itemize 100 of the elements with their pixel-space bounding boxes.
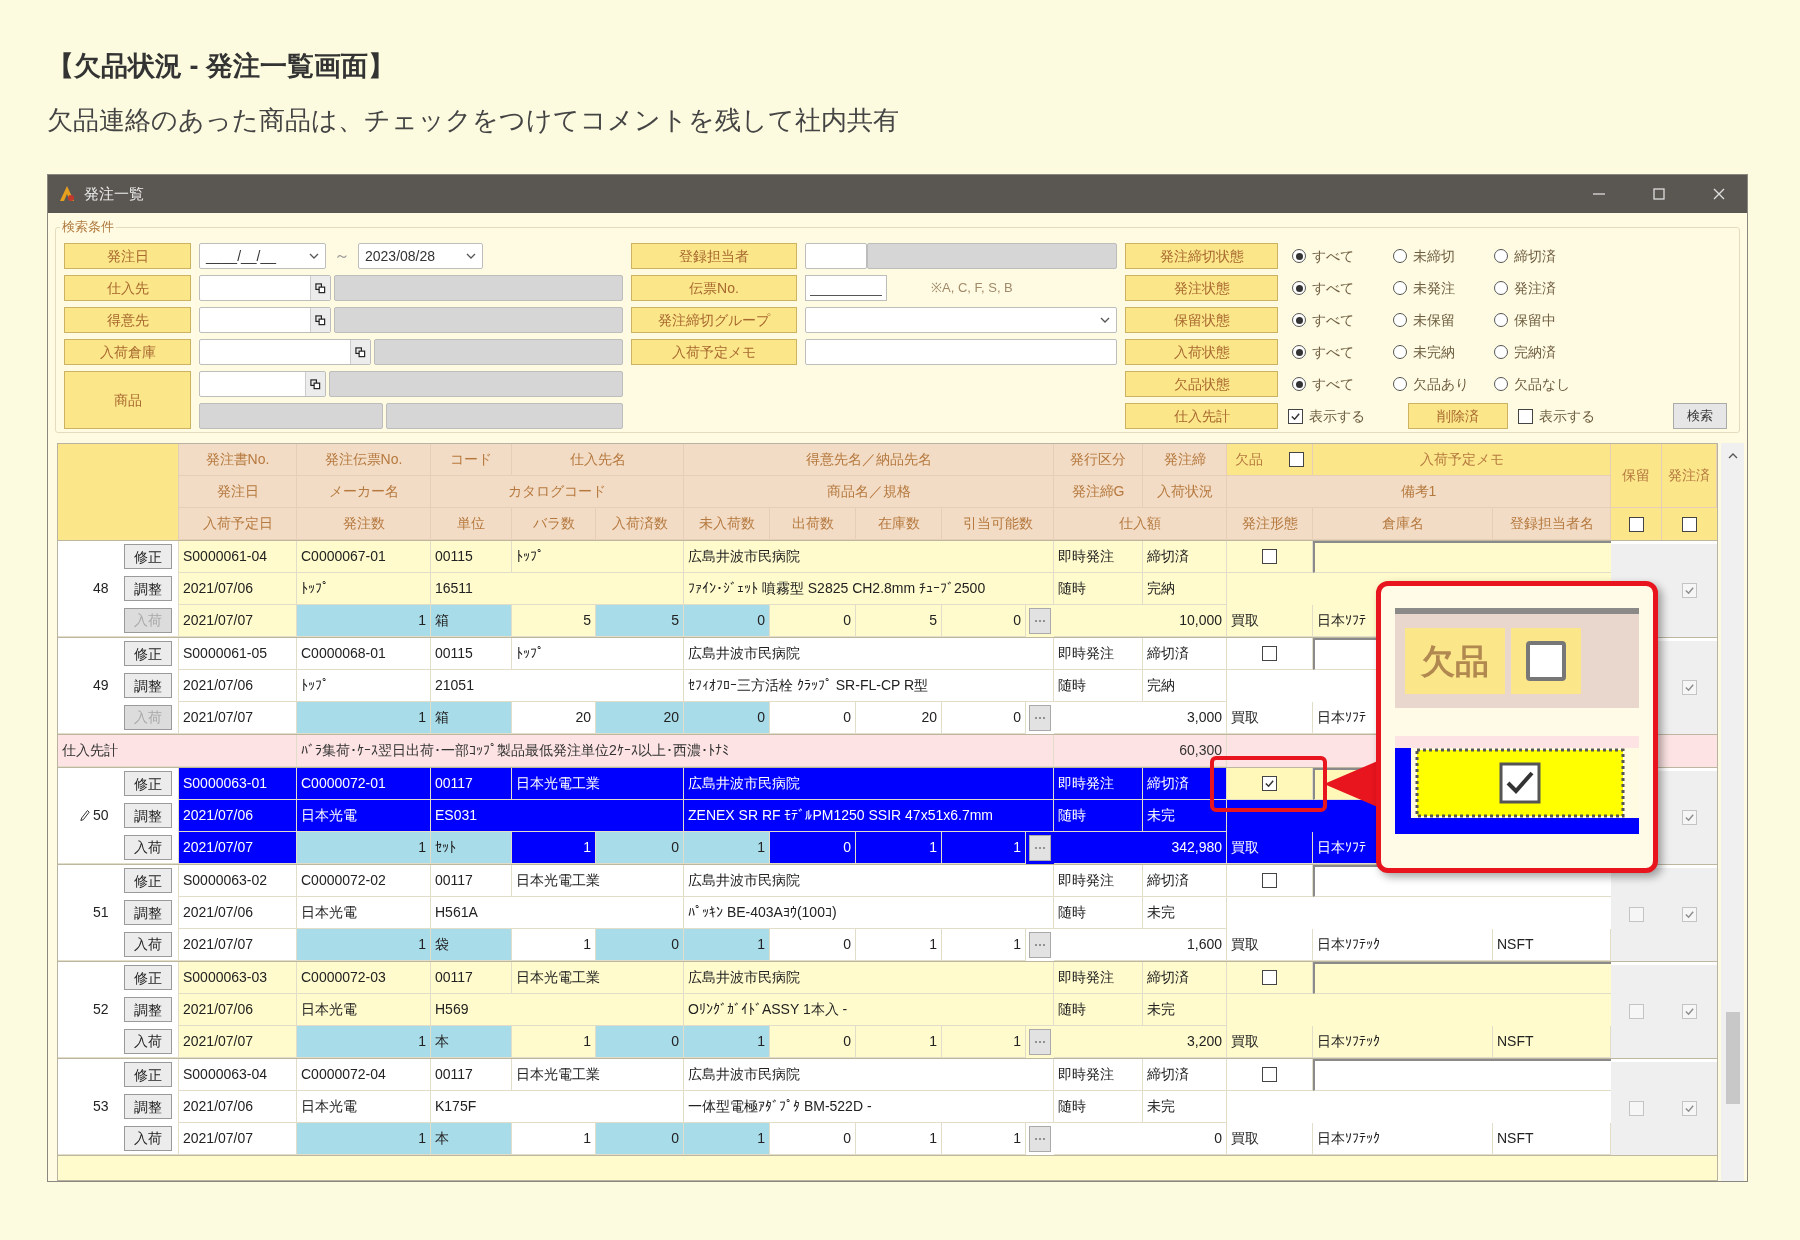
table-cell: 随時 bbox=[1054, 800, 1143, 832]
checkbox[interactable] bbox=[1262, 1067, 1277, 1082]
row-button[interactable]: 調整 bbox=[124, 997, 173, 1022]
column-header: コード bbox=[431, 444, 512, 476]
subtotal-amount: 60,300 bbox=[1054, 735, 1227, 767]
search-button[interactable]: 検索 bbox=[1673, 403, 1727, 429]
maximize-icon[interactable] bbox=[1653, 188, 1665, 200]
row-button[interactable]: 調整 bbox=[124, 803, 173, 828]
table-cell: 随時 bbox=[1054, 670, 1143, 702]
lookup-button[interactable] bbox=[350, 340, 370, 364]
row-button[interactable]: 修正 bbox=[124, 868, 173, 894]
chevron-icon bbox=[466, 253, 476, 259]
row-button[interactable]: 修正 bbox=[124, 1062, 173, 1088]
row-button[interactable]: 修正 bbox=[124, 641, 173, 667]
radio-button[interactable] bbox=[1494, 313, 1508, 327]
row-button[interactable]: 修正 bbox=[124, 771, 173, 797]
checkbox[interactable] bbox=[1628, 516, 1644, 532]
column-header: 発注締G bbox=[1054, 476, 1143, 508]
radio-button[interactable] bbox=[1494, 249, 1508, 263]
radio-button[interactable] bbox=[1393, 377, 1407, 391]
lookup-button[interactable] bbox=[305, 372, 325, 396]
input-field[interactable] bbox=[805, 339, 1117, 365]
check-icon bbox=[1290, 410, 1301, 422]
checkbox[interactable] bbox=[1262, 970, 1277, 985]
table-cell: 1 bbox=[297, 929, 431, 961]
checkbox[interactable] bbox=[1262, 549, 1277, 564]
row-button[interactable]: 調整 bbox=[124, 576, 173, 601]
scrollbar[interactable] bbox=[1721, 443, 1744, 1181]
input-field[interactable] bbox=[199, 307, 331, 333]
field-label: 欠品状態 bbox=[1125, 371, 1278, 397]
radio-button[interactable] bbox=[1494, 281, 1508, 295]
table-cell: S0000063-04 bbox=[179, 1059, 297, 1091]
radio-button[interactable] bbox=[1494, 377, 1508, 391]
checkbox[interactable] bbox=[1288, 408, 1303, 424]
checkbox[interactable] bbox=[1289, 452, 1304, 467]
table-cell: 2021/07/06 bbox=[179, 670, 297, 702]
table-cell: 締切済 bbox=[1143, 1059, 1227, 1091]
scroll-up-icon[interactable] bbox=[1727, 453, 1738, 459]
row-button[interactable]: 調整 bbox=[124, 673, 173, 698]
radio-button[interactable] bbox=[1393, 313, 1407, 327]
field-label: 仕入先 bbox=[64, 275, 191, 301]
select-value: ____/__/__ bbox=[206, 246, 277, 266]
table-cell: 1,600 bbox=[1054, 929, 1227, 961]
field-label: 発注状態 bbox=[1125, 275, 1278, 301]
checkbox[interactable] bbox=[1682, 516, 1697, 532]
checkbox[interactable] bbox=[1262, 873, 1277, 888]
row-button[interactable]: 入荷 bbox=[124, 834, 173, 860]
row-button[interactable]: 修正 bbox=[124, 544, 173, 570]
lookup-button[interactable] bbox=[310, 276, 330, 300]
input-field[interactable] bbox=[805, 275, 887, 301]
radio-button[interactable] bbox=[1393, 281, 1407, 295]
checkbox[interactable] bbox=[1518, 408, 1533, 424]
radio-button[interactable] bbox=[1494, 345, 1508, 359]
lookup-button[interactable] bbox=[310, 308, 330, 332]
radio-button[interactable] bbox=[1393, 345, 1407, 359]
check-icon bbox=[1684, 1006, 1695, 1017]
radio-label: 完納済 bbox=[1514, 342, 1556, 362]
more-icon bbox=[1034, 846, 1046, 850]
row-button[interactable]: 入荷 bbox=[124, 931, 173, 957]
table-cell: 箱 bbox=[431, 702, 512, 734]
scrollbar-thumb[interactable] bbox=[1725, 1012, 1740, 1104]
row-button[interactable]: 入荷 bbox=[124, 1125, 173, 1151]
checkbox[interactable] bbox=[1262, 646, 1277, 661]
row-button[interactable]: 調整 bbox=[124, 1094, 173, 1119]
radio-button[interactable] bbox=[1292, 281, 1306, 295]
column-header: カタログコード bbox=[431, 476, 684, 508]
memo-field[interactable] bbox=[1313, 962, 1611, 994]
radio-button[interactable] bbox=[1292, 345, 1306, 359]
radio-button[interactable] bbox=[1292, 313, 1306, 327]
table-cell: 日本光電工業 bbox=[512, 1059, 684, 1091]
input-field[interactable] bbox=[199, 371, 326, 397]
memo-field[interactable] bbox=[1313, 1059, 1611, 1091]
row-button[interactable]: 調整 bbox=[124, 900, 173, 925]
input-field[interactable] bbox=[199, 275, 331, 301]
table-cell: 完納 bbox=[1143, 670, 1227, 702]
check-icon bbox=[1684, 1103, 1695, 1114]
table-cell: 買取 bbox=[1227, 832, 1313, 864]
row-button[interactable]: 修正 bbox=[124, 965, 173, 991]
input-field[interactable] bbox=[199, 339, 371, 365]
radio-button[interactable] bbox=[1393, 249, 1407, 263]
memo-field[interactable] bbox=[1313, 541, 1611, 573]
table-cell: 日本光電工業 bbox=[512, 768, 684, 800]
table-cell: 0 bbox=[770, 605, 856, 637]
column-header: バラ数 bbox=[512, 508, 596, 540]
table-cell: 広島井波市民病院 bbox=[684, 865, 1054, 897]
checkbox[interactable] bbox=[1262, 776, 1277, 791]
table-cell: 即時発注 bbox=[1054, 638, 1143, 670]
input-field[interactable] bbox=[805, 243, 867, 269]
table-cell: 1 bbox=[684, 1026, 770, 1058]
table-cell: C0000072-03 bbox=[297, 962, 431, 994]
table-cell: 未完 bbox=[1143, 994, 1227, 1026]
close-icon[interactable] bbox=[1713, 188, 1725, 200]
radio-label: 発注済 bbox=[1514, 278, 1556, 298]
date-select[interactable]: 2023/08/28 bbox=[358, 243, 483, 269]
date-select[interactable]: ____/__/__ bbox=[199, 243, 326, 269]
table-cell: 0 bbox=[1054, 1123, 1227, 1155]
row-button[interactable]: 入荷 bbox=[124, 1028, 173, 1054]
radio-button[interactable] bbox=[1292, 377, 1306, 391]
radio-button[interactable] bbox=[1292, 249, 1306, 263]
table-cell: 0 bbox=[596, 929, 684, 961]
